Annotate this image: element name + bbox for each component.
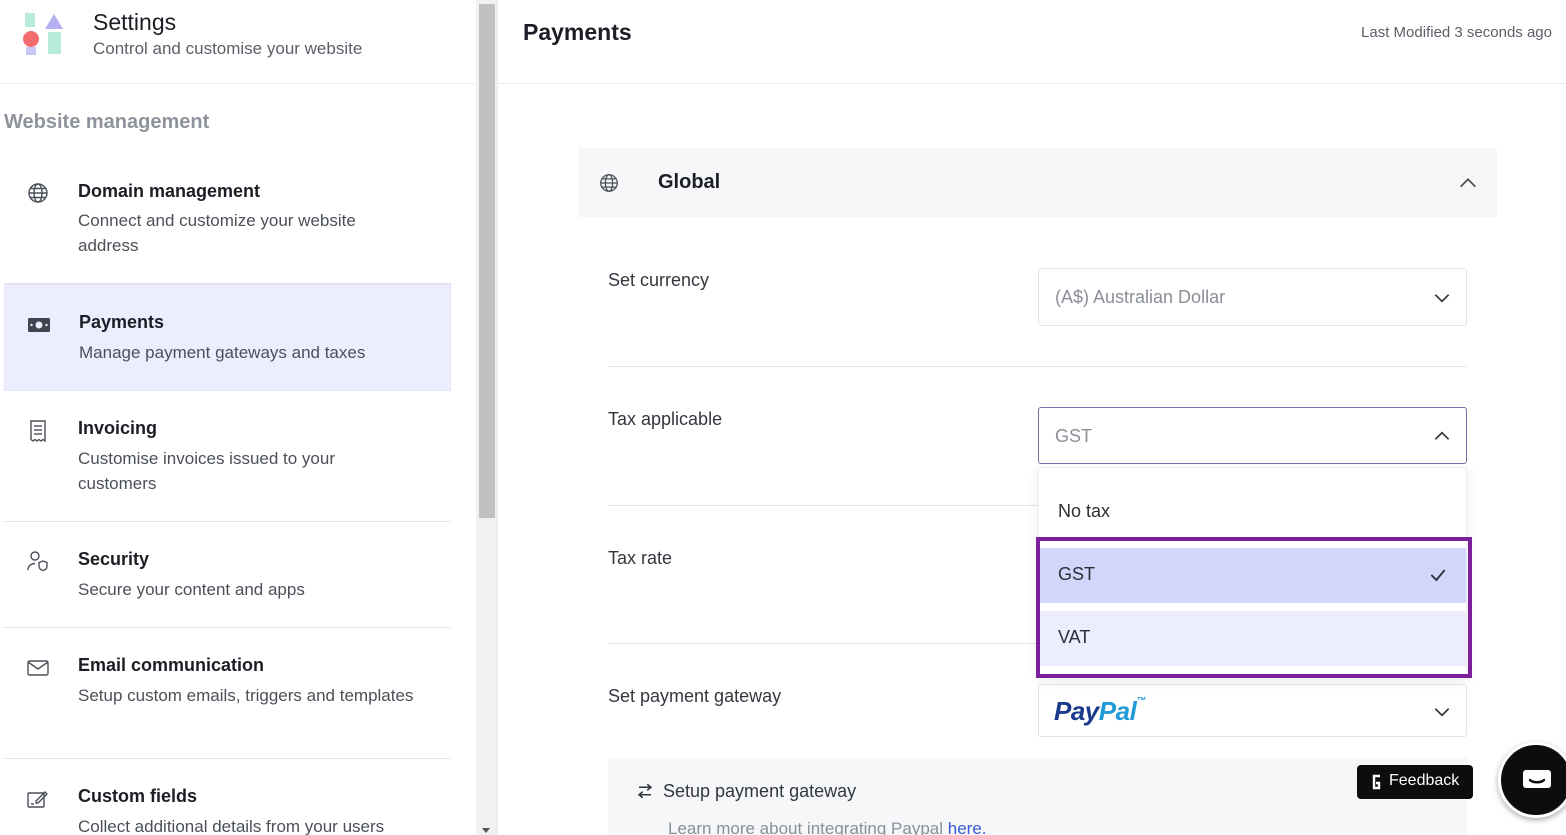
tax-option-gst[interactable]: GST [1039,548,1466,603]
divider [608,643,1038,644]
sidebar-item-title: Domain management [78,181,261,201]
sidebar: Settings Control and customise your webs… [0,0,476,835]
app-logo-icon [23,13,63,55]
mail-icon [27,660,49,676]
sidebar-item-title: Custom fields [78,786,198,806]
chevron-down-icon [1434,294,1450,303]
global-section-header[interactable]: Global [578,148,1497,217]
tax-options-dropdown: No tax GST VAT [1038,467,1467,677]
swap-arrows-icon [637,783,653,799]
tax-option-no-tax[interactable]: No tax [1039,485,1466,540]
money-icon [28,318,50,332]
sidebar-item-payments[interactable]: Payments Manage payment gateways and tax… [4,284,451,391]
learn-more-link[interactable]: here. [948,819,987,835]
sidebar-item-invoicing[interactable]: Invoicing Customise invoices issued to y… [4,391,451,522]
payment-gateway-select[interactable]: PayPal™ [1038,684,1467,737]
sidebar-item-title: Payments [79,312,165,332]
tax-rate-label: Tax rate [608,548,673,568]
chevron-up-icon[interactable] [1457,172,1479,194]
user-shield-icon [27,551,48,572]
scrollbar-thumb[interactable] [479,4,495,518]
page-title: Payments [523,19,632,45]
settings-title: Settings [93,9,177,35]
sidebar-item-title: Email communication [78,655,265,675]
paypal-logo: PayPal™ [1054,696,1146,726]
main-content: Payments Last Modified 3 seconds ago Glo… [498,0,1566,835]
currency-select[interactable]: (A$) Australian Dollar [1038,268,1467,326]
sidebar-item-security[interactable]: Security Secure your content and apps [4,522,451,628]
tax-applicable-select[interactable]: GST [1038,407,1467,464]
scroll-down-arrow-icon[interactable] [482,828,490,833]
option-label: VAT [1058,627,1091,647]
tax-select-value: GST [1055,426,1093,446]
checkmark-icon [1430,569,1446,582]
tax-applicable-label: Tax applicable [608,409,723,429]
feedback-button[interactable]: Feedback [1357,765,1473,799]
sidebar-item-desc: Connect and customize your website addre… [78,211,356,255]
learn-more-text: Learn more about integrating Paypal here… [668,819,987,835]
globe-icon [28,183,48,203]
feedback-label: Feedback [1389,772,1460,789]
globe-icon [600,174,618,192]
currency-select-value: (A$) Australian Dollar [1055,287,1226,307]
tax-option-vat[interactable]: VAT [1039,611,1466,666]
sidebar-item-title: Security [78,549,150,569]
chevron-down-icon [1434,708,1450,717]
chat-launcher-button[interactable] [1498,742,1566,818]
sidebar-item-desc: Customise invoices issued to your custom… [78,449,336,493]
chevron-up-icon [1434,431,1450,440]
sidebar-item-desc: Secure your content and apps [78,580,305,599]
sidebar-item-email-communication[interactable]: Email communication Setup custom emails,… [4,628,451,759]
receipt-icon [30,420,46,443]
edit-form-icon [27,791,48,808]
divider [608,366,1467,367]
currency-label: Set currency [608,270,710,290]
option-label: GST [1058,564,1096,584]
feedback-g-icon [1372,774,1381,790]
sidebar-item-title: Invoicing [78,418,158,438]
option-label: No tax [1058,501,1111,521]
chat-bubble-icon [1523,770,1551,788]
sidebar-item-desc: Setup custom emails, triggers and templa… [78,686,414,705]
section-label: Website management [4,111,210,133]
sidebar-item-custom-fields[interactable]: Custom fields Collect additional details… [4,759,451,835]
setup-gateway-panel: Setup payment gateway Learn more about i… [608,758,1467,835]
last-modified-text: Last Modified 3 seconds ago [1361,24,1552,41]
sidebar-item-desc: Manage payment gateways and taxes [79,343,366,362]
sidebar-scrollbar[interactable] [476,0,498,835]
payment-gateway-label: Set payment gateway [608,686,782,706]
divider [608,505,1038,506]
setup-gateway-title: Setup payment gateway [663,781,857,801]
settings-subtitle: Control and customise your website [93,39,363,58]
sidebar-header: Settings Control and customise your webs… [0,0,476,84]
sidebar-item-domain-management[interactable]: Domain management Connect and customize … [4,158,451,284]
sidebar-item-desc: Collect additional details from your use… [78,817,385,835]
global-section-title: Global [658,171,721,193]
main-header: Payments Last Modified 3 seconds ago [498,0,1566,84]
